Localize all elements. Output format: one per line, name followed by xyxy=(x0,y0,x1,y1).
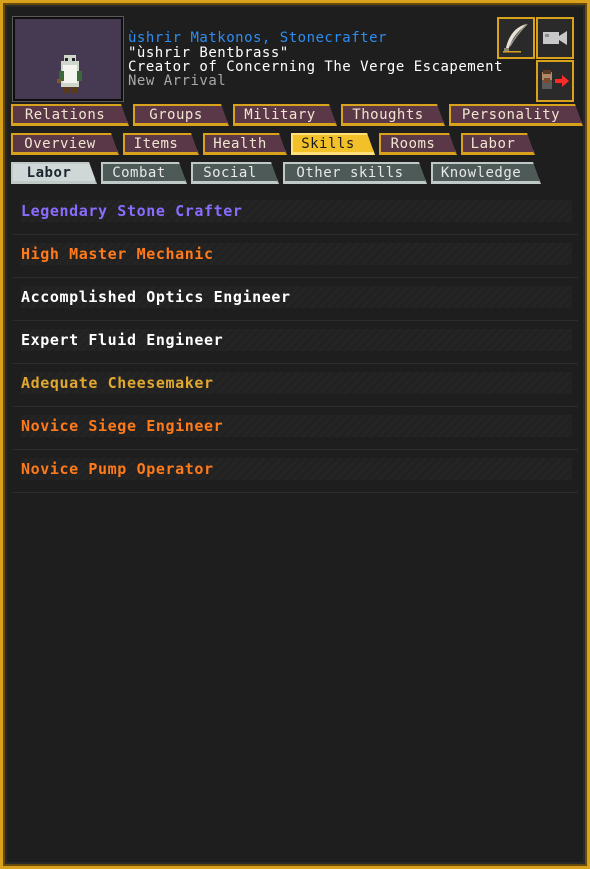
skill-label: Accomplished Optics Engineer xyxy=(21,288,291,306)
dwarf-icon xyxy=(57,55,82,93)
unit-status: New Arrival xyxy=(128,73,227,89)
tab-military[interactable]: Military xyxy=(233,104,337,126)
skill-label: Novice Siege Engineer xyxy=(21,417,224,435)
unit-window: ùshrir Matkonos, Stonecrafter "ùshrir Be… xyxy=(0,0,590,869)
list-item: Novice Siege Engineer xyxy=(13,407,578,450)
skill-label: Adequate Cheesemaker xyxy=(21,374,214,392)
skill-list: Legendary Stone Crafter High Master Mech… xyxy=(13,192,578,493)
tab-health[interactable]: Health xyxy=(203,133,287,155)
camera-icon xyxy=(543,31,567,45)
tab-skill-social[interactable]: Social xyxy=(191,162,279,184)
quill-icon xyxy=(503,23,528,53)
unit-portrait[interactable] xyxy=(13,17,123,101)
sub-tabs: Overview Items Health Skills Rooms Labor xyxy=(11,133,539,155)
tab-labor[interactable]: Labor xyxy=(461,133,535,155)
follow-camera-button[interactable] xyxy=(536,17,574,59)
skill-label: Novice Pump Operator xyxy=(21,460,214,478)
skill-label: Legendary Stone Crafter xyxy=(21,202,243,220)
tab-personality[interactable]: Personality xyxy=(449,104,583,126)
remove-unit-button[interactable] xyxy=(536,60,574,102)
list-item: Accomplished Optics Engineer xyxy=(13,278,578,321)
skill-label: High Master Mechanic xyxy=(21,245,214,263)
list-item: Adequate Cheesemaker xyxy=(13,364,578,407)
leave-icon xyxy=(542,70,569,89)
list-item: Expert Fluid Engineer xyxy=(13,321,578,364)
skill-category-tabs: Labor Combat Social Other skills Knowled… xyxy=(11,162,545,184)
tab-skill-labor[interactable]: Labor xyxy=(11,162,97,184)
tab-groups[interactable]: Groups xyxy=(133,104,229,126)
tab-items[interactable]: Items xyxy=(123,133,199,155)
list-item: Legendary Stone Crafter xyxy=(13,192,578,235)
tab-skill-other[interactable]: Other skills xyxy=(283,162,427,184)
tab-skill-knowledge[interactable]: Knowledge xyxy=(431,162,541,184)
tab-rooms[interactable]: Rooms xyxy=(379,133,457,155)
tab-overview[interactable]: Overview xyxy=(11,133,119,155)
edit-name-button[interactable] xyxy=(497,17,535,59)
skill-label: Expert Fluid Engineer xyxy=(21,331,224,349)
unit-name: ùshrir Matkonos, Stonecrafter xyxy=(128,30,387,46)
list-item: High Master Mechanic xyxy=(13,235,578,278)
list-item: Novice Pump Operator xyxy=(13,450,578,493)
tab-thoughts[interactable]: Thoughts xyxy=(341,104,445,126)
tab-relations[interactable]: Relations xyxy=(11,104,129,126)
tab-skill-combat[interactable]: Combat xyxy=(101,162,187,184)
tab-skills[interactable]: Skills xyxy=(291,133,375,155)
main-tabs: Relations Groups Military Thoughts Perso… xyxy=(11,104,587,126)
